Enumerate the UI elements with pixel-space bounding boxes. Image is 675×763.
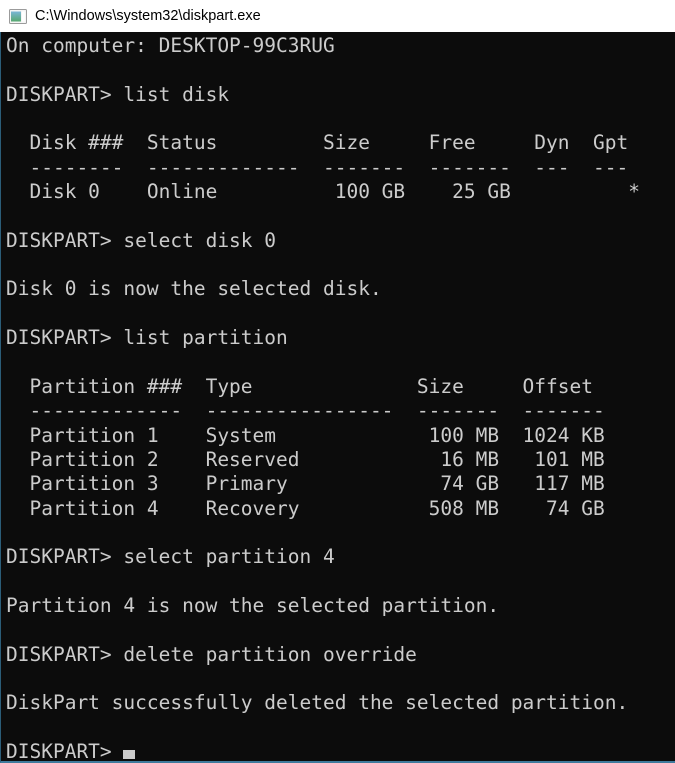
- terminal-line-blank: [6, 618, 675, 642]
- terminal-line-blank: [6, 667, 675, 691]
- console-window-icon[interactable]: [9, 9, 27, 24]
- text-cursor: [123, 750, 135, 759]
- terminal-line-blank: [6, 253, 675, 277]
- terminal-output[interactable]: On computer: DESKTOP-99C3RUG DISKPART> l…: [0, 32, 675, 763]
- terminal-line-blank: [6, 302, 675, 326]
- partition-table-row: Partition 3 Primary 74 GB 117 MB: [6, 472, 675, 496]
- prompt-text: DISKPART>: [6, 740, 123, 763]
- diskpart-window: C:\Windows\system32\diskpart.exe On comp…: [0, 0, 675, 763]
- partition-table-row: Partition 1 System 100 MB 1024 KB: [6, 424, 675, 448]
- disk-table-row: Disk 0 Online 100 GB 25 GB *: [6, 180, 675, 204]
- terminal-message-delete-success: DiskPart successfully deleted the select…: [6, 691, 675, 715]
- disk-table-header: Disk ### Status Size Free Dyn Gpt: [6, 131, 675, 155]
- window-title: C:\Windows\system32\diskpart.exe: [35, 8, 261, 24]
- terminal-line-blank: [6, 204, 675, 228]
- partition-table-divider: ------------- ---------------- ------- -…: [6, 399, 675, 423]
- terminal-line-blank: [6, 570, 675, 594]
- terminal-line-blank: [6, 58, 675, 82]
- title-bar[interactable]: C:\Windows\system32\diskpart.exe: [0, 0, 675, 32]
- prompt-line[interactable]: DISKPART>: [6, 740, 675, 763]
- disk-table-divider: -------- ------------- ------- ------- -…: [6, 156, 675, 180]
- terminal-line-blank: [6, 521, 675, 545]
- partition-table-row: Partition 2 Reserved 16 MB 101 MB: [6, 448, 675, 472]
- terminal-command-select-disk: DISKPART> select disk 0: [6, 229, 675, 253]
- terminal-line-blank: [6, 107, 675, 131]
- terminal-message-partition-selected: Partition 4 is now the selected partitio…: [6, 594, 675, 618]
- terminal-line-blank: [6, 716, 675, 740]
- terminal-command-list-partition: DISKPART> list partition: [6, 326, 675, 350]
- terminal-command-select-partition: DISKPART> select partition 4: [6, 545, 675, 569]
- terminal-command-list-disk: DISKPART> list disk: [6, 83, 675, 107]
- terminal-message-disk-selected: Disk 0 is now the selected disk.: [6, 277, 675, 301]
- terminal-line-on-computer: On computer: DESKTOP-99C3RUG: [6, 34, 675, 58]
- terminal-command-delete-partition: DISKPART> delete partition override: [6, 643, 675, 667]
- partition-table-row: Partition 4 Recovery 508 MB 74 GB: [6, 497, 675, 521]
- partition-table-header: Partition ### Type Size Offset: [6, 375, 675, 399]
- terminal-line-blank: [6, 350, 675, 374]
